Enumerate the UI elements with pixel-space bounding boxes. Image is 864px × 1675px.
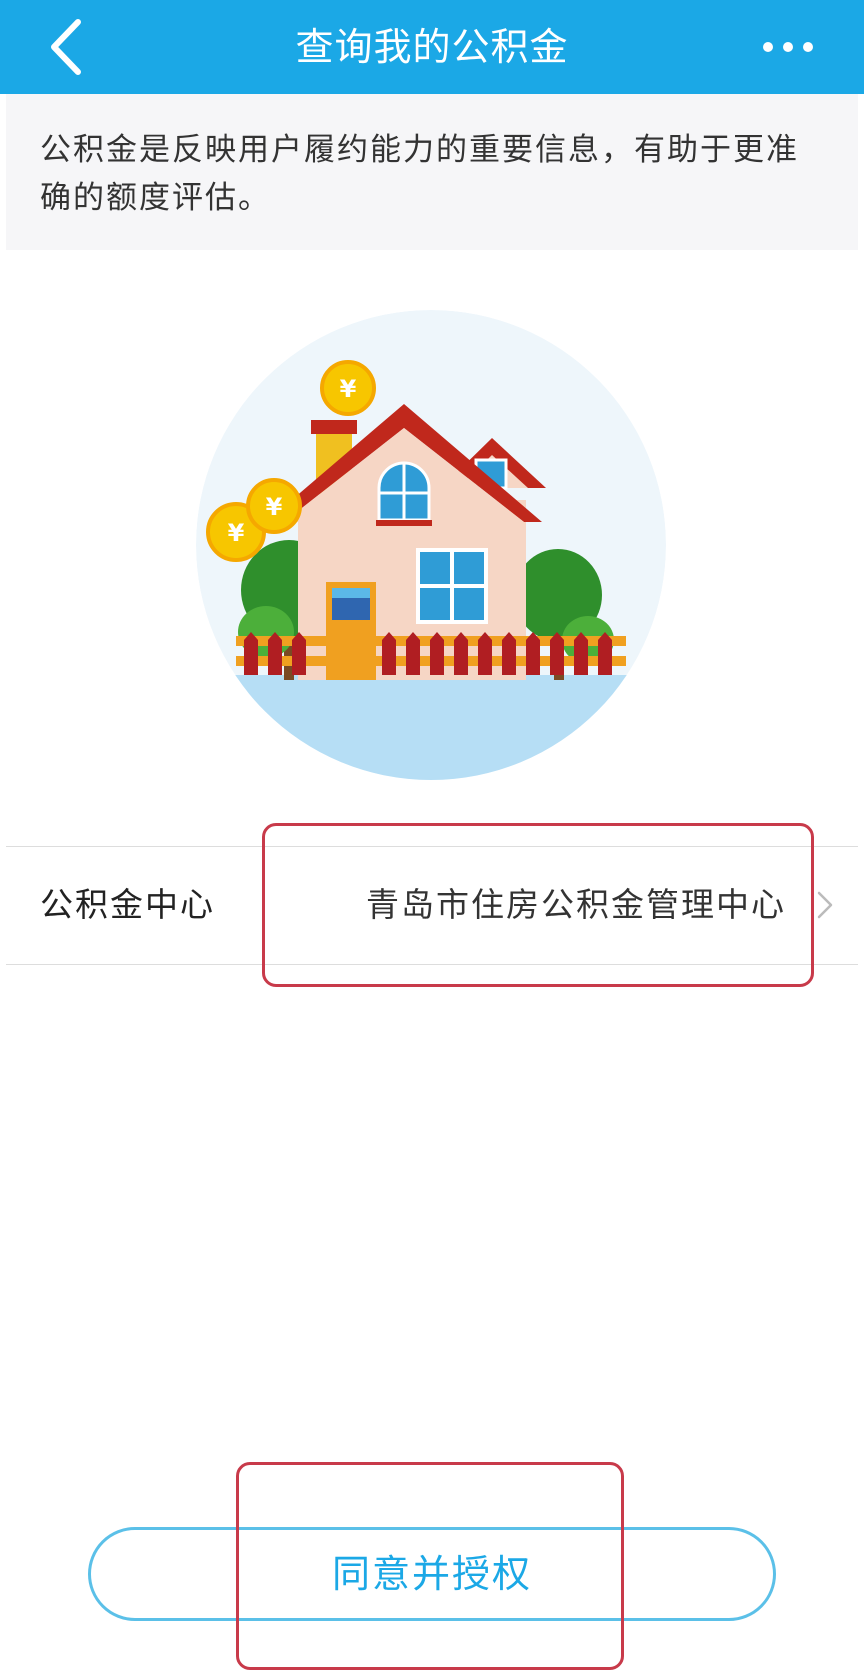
agree-authorize-button[interactable]: 同意并授权	[88, 1527, 776, 1621]
chevron-right-icon	[817, 891, 833, 919]
agree-authorize-label: 同意并授权	[331, 1552, 532, 1596]
svg-text:¥: ¥	[266, 493, 283, 521]
page-title: 查询我的公积金	[295, 25, 569, 69]
fund-center-label: 公积金中心	[40, 885, 215, 924]
info-banner-text: 公积金是反映用户履约能力的重要信息，有助于更准确的额度评估。	[40, 132, 799, 216]
row-divider-bottom	[6, 964, 858, 965]
fund-center-value: 青岛市住房公积金管理中心	[366, 885, 786, 924]
back-button[interactable]	[40, 14, 100, 80]
nav-bar: 查询我的公积金	[0, 0, 864, 94]
chevron-left-icon	[51, 19, 81, 75]
svg-text:¥: ¥	[340, 375, 357, 403]
more-dots-icon	[763, 42, 813, 52]
svg-text:¥: ¥	[228, 519, 245, 547]
more-button[interactable]	[758, 30, 818, 64]
house-coins-illustration: ¥ ¥ ¥	[196, 310, 666, 780]
info-banner: 公积金是反映用户履约能力的重要信息，有助于更准确的额度评估。	[6, 94, 858, 250]
